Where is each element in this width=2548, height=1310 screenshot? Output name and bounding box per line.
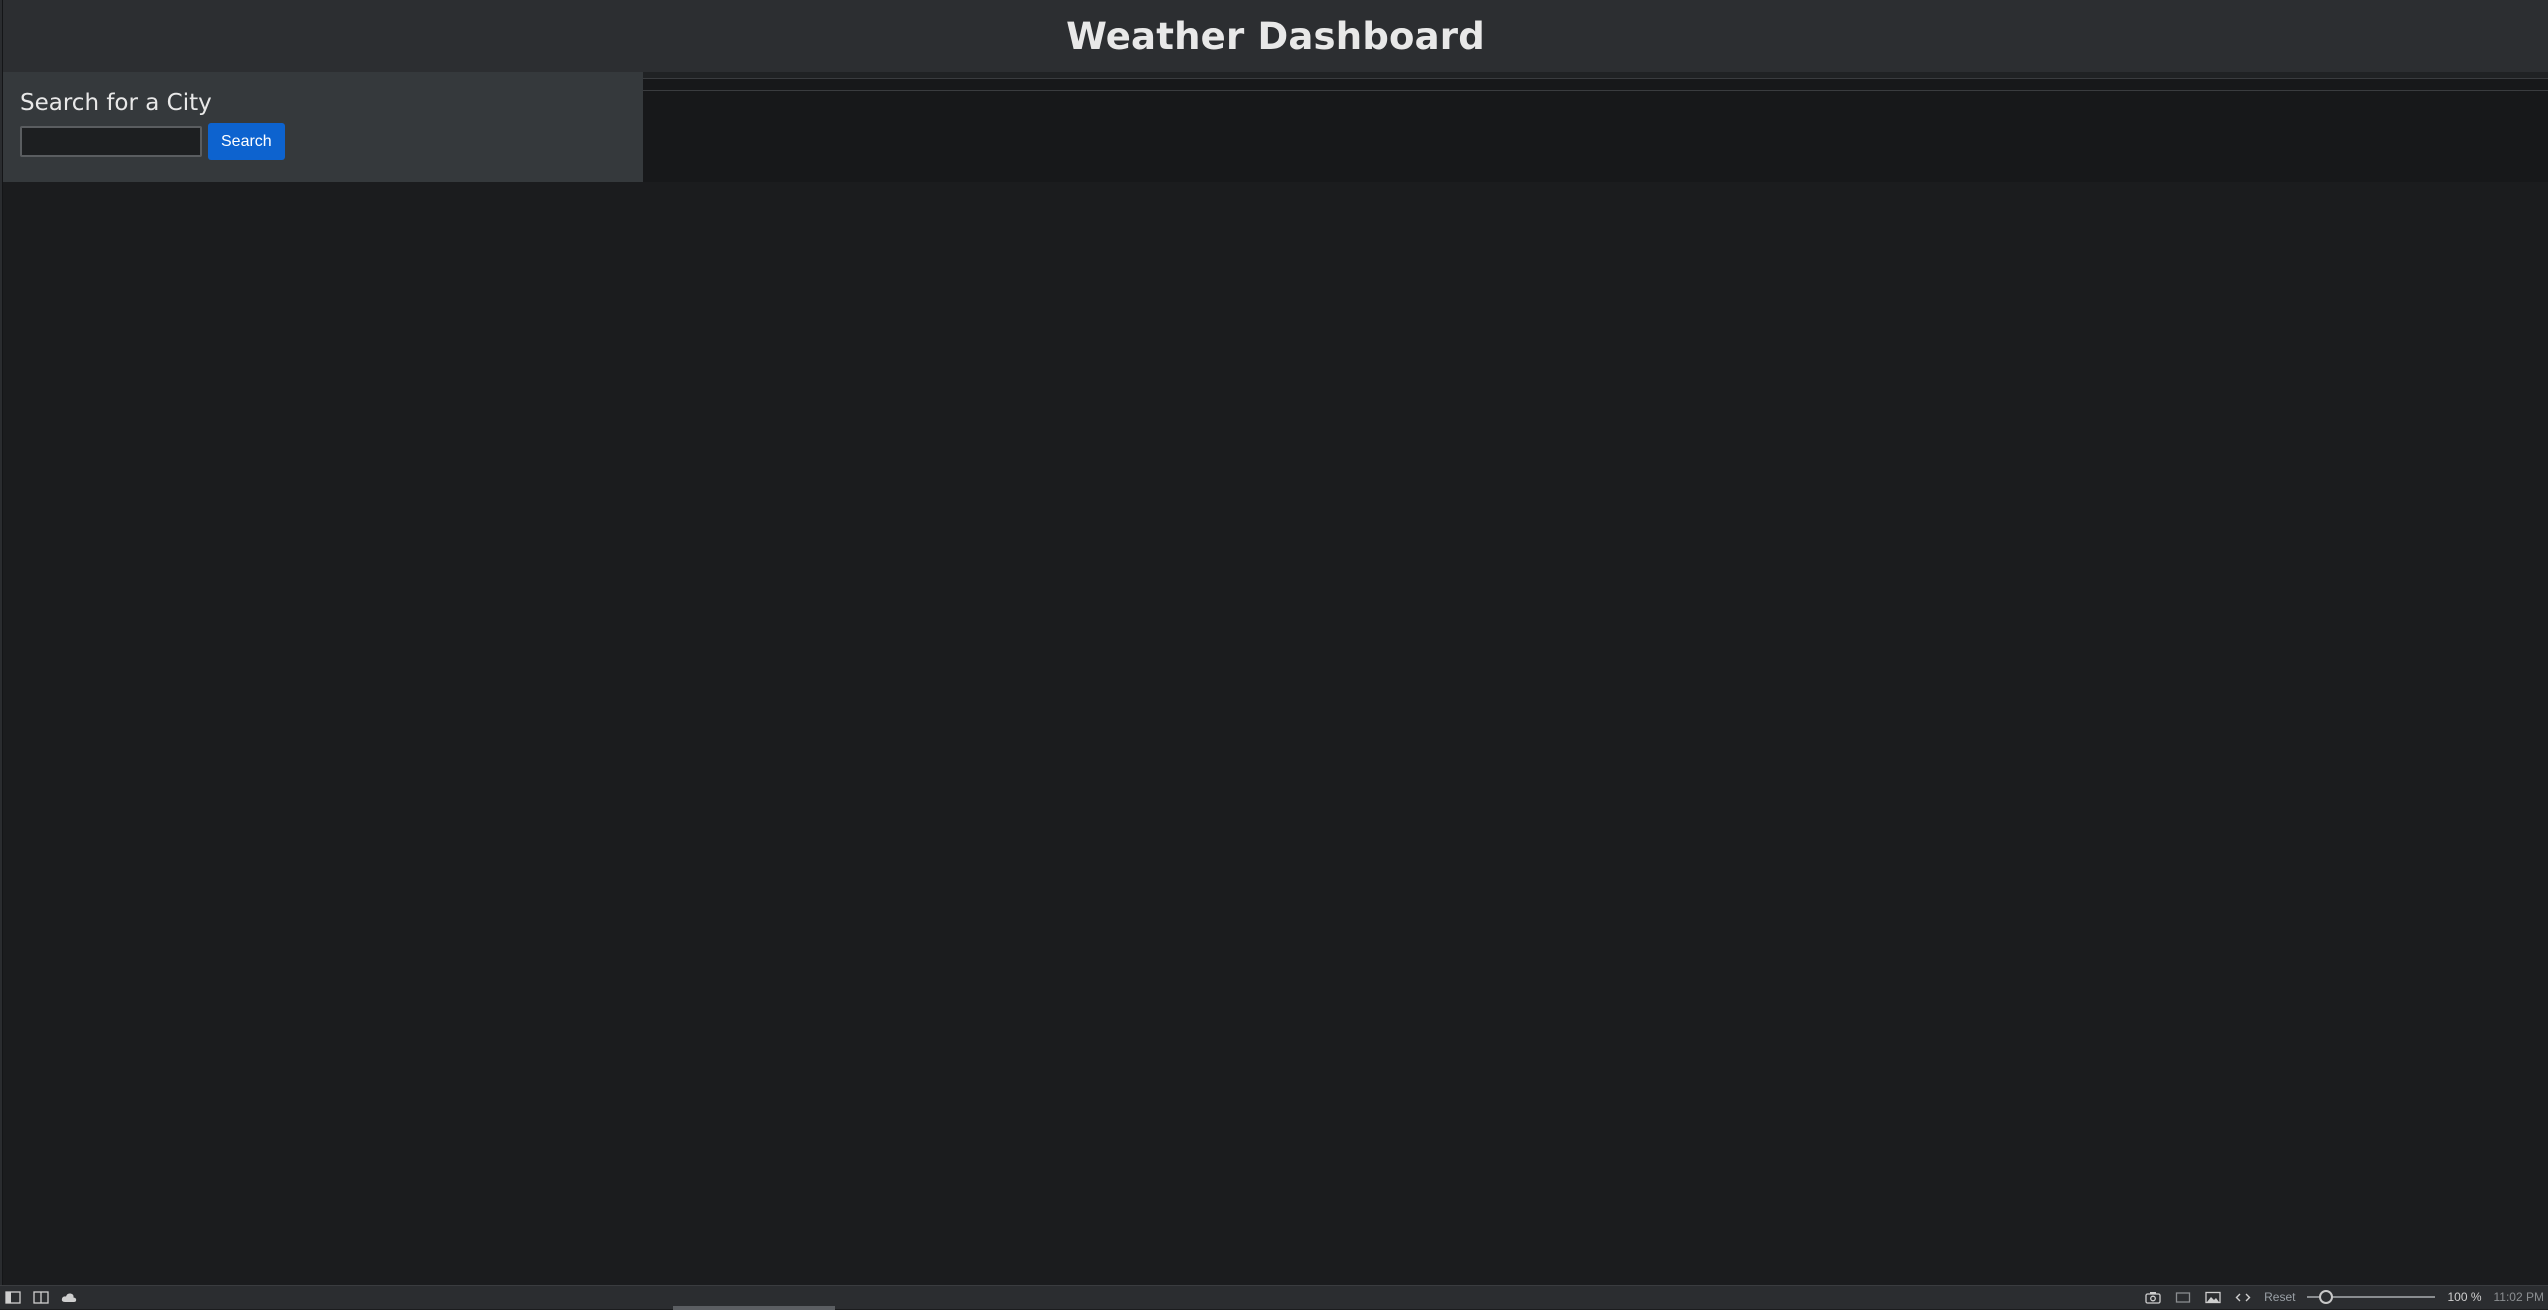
divider-line <box>643 78 2548 79</box>
zoom-slider[interactable] <box>2307 1289 2436 1305</box>
search-button[interactable]: Search <box>208 123 285 160</box>
search-row: Search <box>20 123 626 160</box>
zoom-reset-button[interactable]: Reset <box>2264 1290 2295 1304</box>
panel-icon[interactable] <box>4 1290 22 1304</box>
statusbar-right: Reset 100 % 11:02 PM <box>2144 1289 2544 1305</box>
cloud-icon[interactable] <box>60 1290 78 1304</box>
code-icon[interactable] <box>2234 1290 2252 1304</box>
camera-icon[interactable] <box>2144 1290 2162 1304</box>
split-view-icon[interactable] <box>32 1290 50 1304</box>
page-body <box>3 182 2548 1285</box>
weather-results-area <box>643 72 2548 182</box>
zoom-level: 100 % <box>2447 1290 2482 1304</box>
window-icon[interactable] <box>2174 1290 2192 1304</box>
search-panel: Search for a City Search <box>3 72 643 182</box>
search-title: Search for a City <box>20 90 212 116</box>
tab-scroll-indicator[interactable] <box>673 1306 835 1310</box>
clock: 11:02 PM <box>2493 1290 2544 1304</box>
image-icon[interactable] <box>2204 1290 2222 1304</box>
statusbar-left <box>4 1290 78 1304</box>
zoom-slider-thumb[interactable] <box>2318 1290 2333 1304</box>
page-header: Weather Dashboard <box>3 0 2548 72</box>
browser-status-bar: Reset 100 % 11:02 PM <box>0 1285 2548 1310</box>
divider-line <box>643 90 2548 91</box>
page-title: Weather Dashboard <box>1066 14 1485 58</box>
city-search-input[interactable] <box>20 126 202 157</box>
